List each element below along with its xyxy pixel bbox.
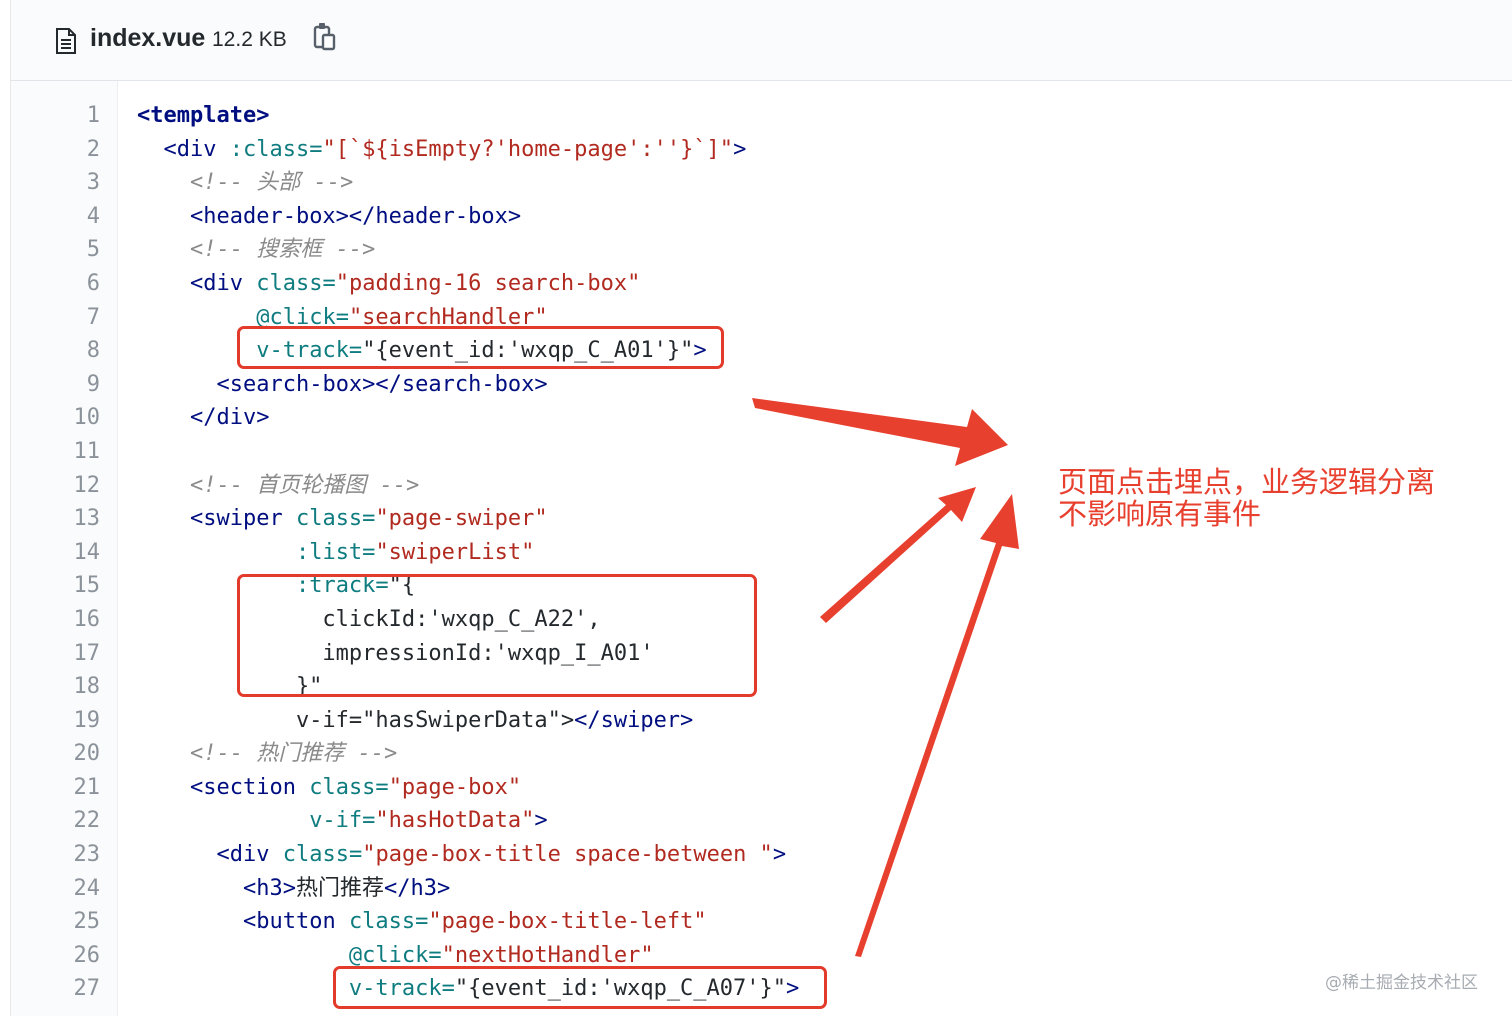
arrow-top-icon (752, 398, 1008, 466)
annotation-text: 页面点击埋点，业务逻辑分离 不影响原有事件 (1058, 466, 1435, 530)
watermark: @稀土掘金技术社区 (1325, 973, 1478, 993)
arrow-bottom-icon (855, 494, 1019, 957)
annotation-line-1: 页面点击埋点，业务逻辑分离 (1058, 465, 1436, 499)
annotation-line-2: 不影响原有事件 (1058, 497, 1262, 531)
arrow-middle-icon (820, 487, 976, 623)
